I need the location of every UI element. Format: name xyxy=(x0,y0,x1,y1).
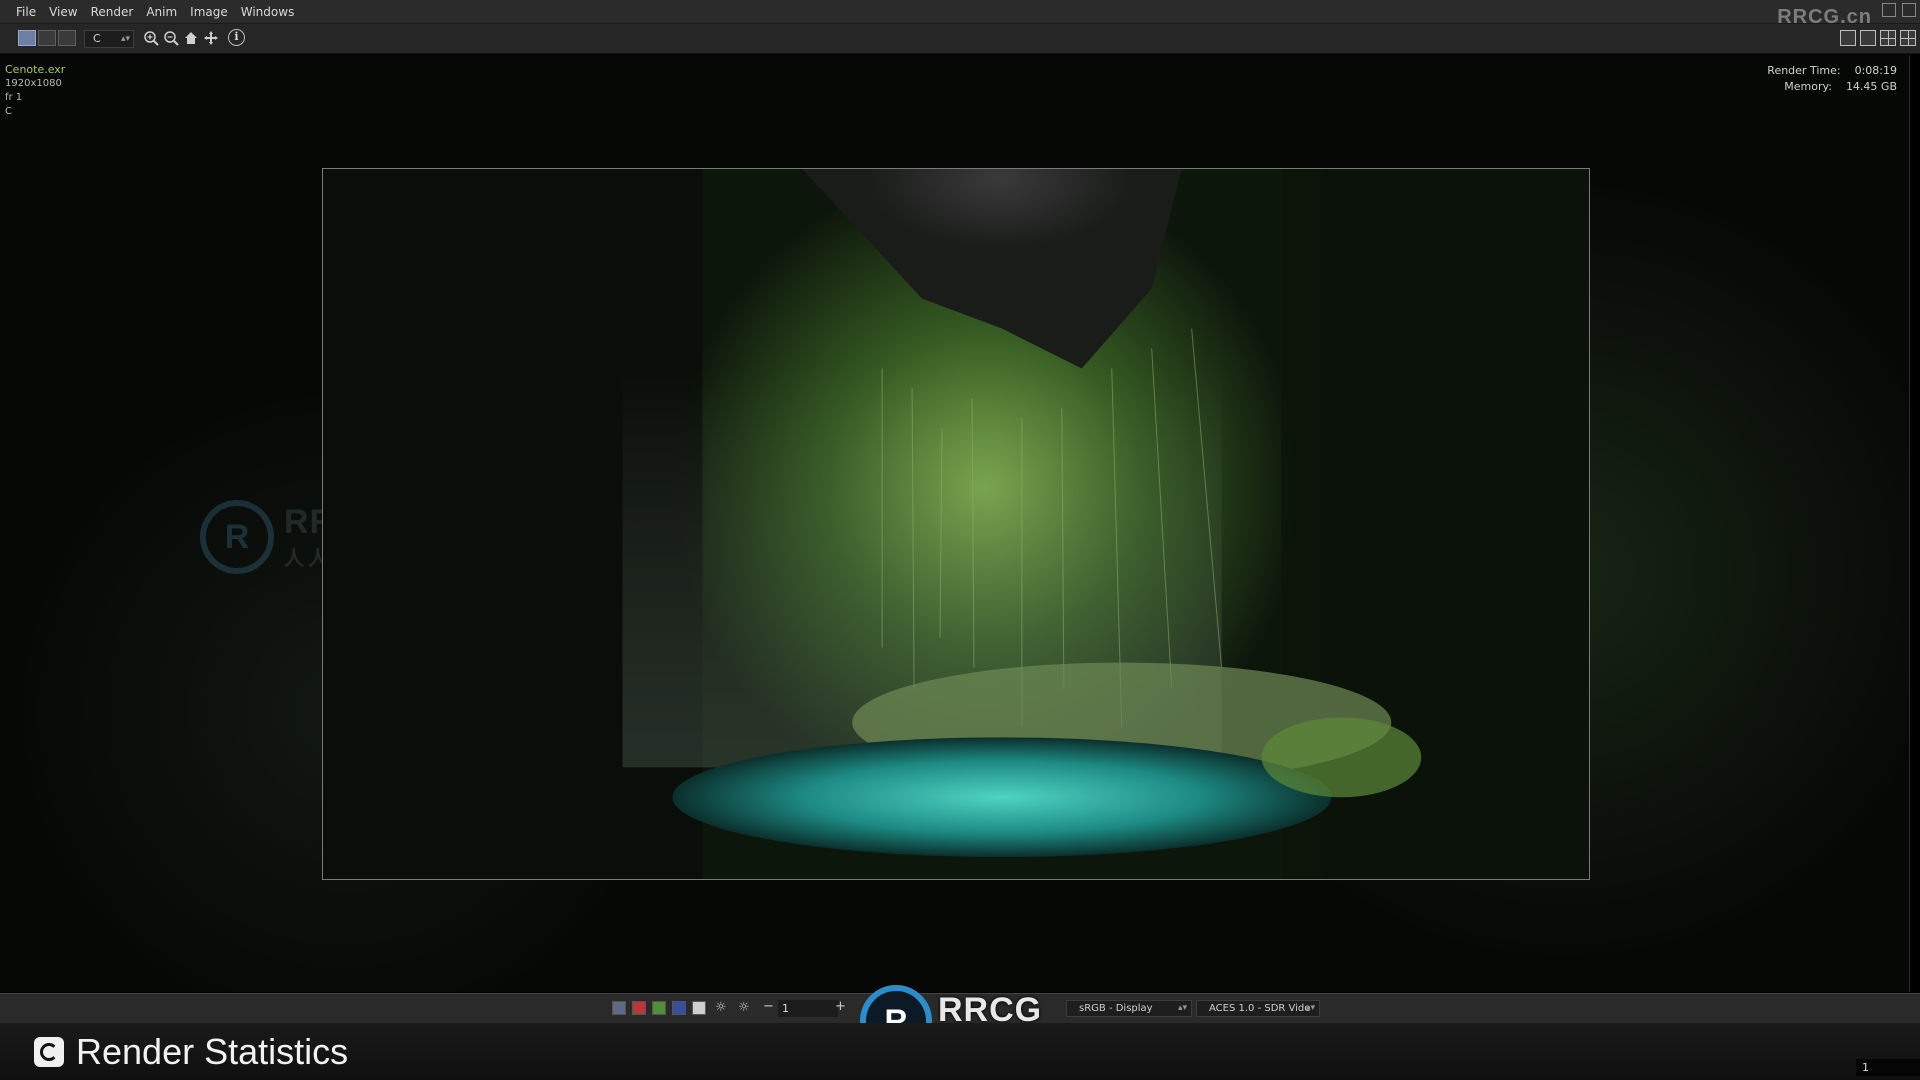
maximize-window-icon[interactable] xyxy=(1902,3,1916,17)
menu-view[interactable]: View xyxy=(49,5,77,19)
viewer-toolbar: C ▴▾ i xyxy=(0,24,1920,75)
resolution-label: 1920x1080 xyxy=(5,78,62,89)
info-icon[interactable]: i xyxy=(228,29,245,46)
zoom-out-icon[interactable] xyxy=(163,30,179,46)
stepper-arrows-icon: ▴▾ xyxy=(1305,1003,1315,1013)
menu-image[interactable]: Image xyxy=(190,5,228,19)
image-viewport[interactable]: Cenote.exr 1920x1080 fr 1 C Render Time:… xyxy=(0,55,1910,992)
gamma-icon[interactable]: ☼ xyxy=(738,1001,752,1015)
decrement-button[interactable]: − xyxy=(763,999,774,1014)
display-transform-select[interactable]: sRGB - Display ▴▾ xyxy=(1066,1000,1192,1017)
single-view-icon[interactable] xyxy=(18,30,36,46)
caption-title: Render Statistics xyxy=(34,1031,348,1073)
home-icon[interactable] xyxy=(183,30,199,46)
green-channel-icon[interactable] xyxy=(652,1001,666,1015)
layout-single-icon[interactable] xyxy=(1840,30,1856,46)
exposure-icon[interactable]: ☼ xyxy=(715,1001,729,1015)
render-image xyxy=(322,168,1590,880)
menu-render[interactable]: Render xyxy=(91,5,134,19)
display-icon[interactable] xyxy=(58,30,76,46)
frame-label: fr 1 xyxy=(5,92,23,103)
increment-button[interactable]: + xyxy=(835,999,846,1014)
cenote-render-picture xyxy=(323,169,1589,879)
memory-label: Memory: xyxy=(1784,80,1832,93)
caption-title-text: Render Statistics xyxy=(76,1031,349,1072)
blue-channel-icon[interactable] xyxy=(672,1001,686,1015)
watermark-badge-icon: R xyxy=(200,500,274,574)
view-transform-select[interactable]: ACES 1.0 - SDR Vide ▴▾ xyxy=(1196,1000,1320,1017)
display-transform-value: sRGB - Display xyxy=(1079,1003,1153,1014)
layout-grid-icon[interactable] xyxy=(1880,30,1896,46)
split-view-icon[interactable] xyxy=(38,30,56,46)
zoom-in-icon[interactable] xyxy=(143,30,159,46)
render-time-label: Render Time: xyxy=(1767,64,1841,77)
channel-label: C xyxy=(5,106,12,117)
render-stats-overlay: Render Time: 0:08:19 Memory: 14.45 GB xyxy=(1767,63,1897,95)
stepper-arrows-icon: ▴▾ xyxy=(120,34,130,44)
window-controls xyxy=(1882,3,1916,17)
memory-value: 14.45 GB xyxy=(1845,80,1897,93)
file-name-label: Cenote.exr xyxy=(5,63,66,76)
stepper-arrows-icon: ▴▾ xyxy=(1177,1003,1187,1013)
render-time-value: 0:08:19 xyxy=(1854,64,1897,77)
layout-icons xyxy=(1840,30,1916,46)
view-transform-value: ACES 1.0 - SDR Vide xyxy=(1209,1003,1311,1014)
layout-quad-icon[interactable] xyxy=(1900,30,1916,46)
menubar: File View Render Anim Image Windows RRCG… xyxy=(0,0,1920,28)
channel-select[interactable]: C ▴▾ xyxy=(84,30,134,48)
layout-checker-icon[interactable] xyxy=(1860,30,1876,46)
alpha-channel-icon[interactable] xyxy=(692,1001,706,1015)
video-caption-bar: Render Statistics 1 xyxy=(0,1023,1920,1080)
menu-windows[interactable]: Windows xyxy=(241,5,295,19)
channel-select-value: C xyxy=(93,32,101,45)
pan-icon[interactable] xyxy=(203,30,219,46)
background-toggle-icon[interactable] xyxy=(612,1001,626,1015)
frame-number-field[interactable]: 1 xyxy=(1856,1059,1920,1076)
menu-file[interactable]: File xyxy=(16,5,36,19)
minimize-window-icon[interactable] xyxy=(1882,3,1896,17)
red-channel-icon[interactable] xyxy=(632,1001,646,1015)
image-info-overlay: Cenote.exr 1920x1080 fr 1 C xyxy=(5,63,65,119)
houdini-logo-icon xyxy=(34,1037,64,1067)
exposure-field[interactable]: 1 xyxy=(778,1000,838,1017)
menu-anim[interactable]: Anim xyxy=(146,5,177,19)
